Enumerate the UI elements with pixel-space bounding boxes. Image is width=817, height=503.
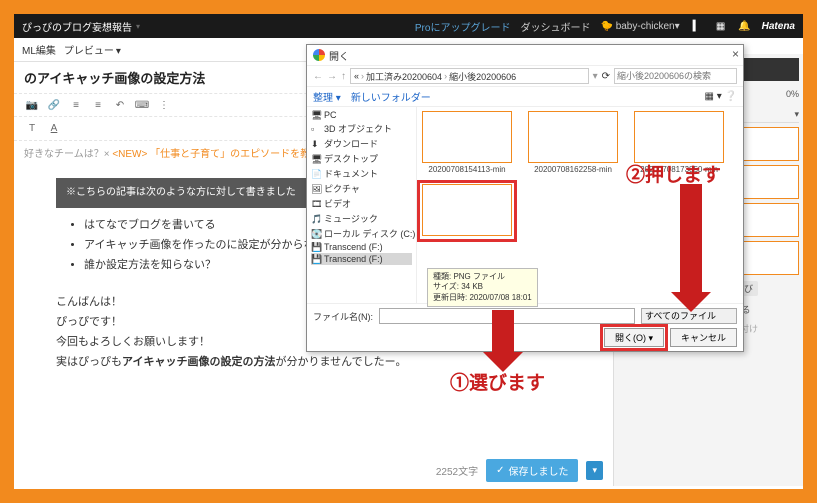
close-icon[interactable]: × xyxy=(732,47,739,61)
user-menu[interactable]: 🐤 baby-chicken▾ xyxy=(600,21,679,32)
file-item[interactable]: 20200708173850-min xyxy=(633,111,725,174)
thumb-item[interactable] xyxy=(741,241,799,275)
file-item[interactable]: 20200708162258-min xyxy=(527,111,619,174)
tool-photo-icon[interactable]: 📷 xyxy=(24,97,40,113)
tool-list2-icon[interactable]: ≡ xyxy=(90,97,106,113)
organize-menu[interactable]: 整理 ▾ xyxy=(313,89,341,104)
nav-fwd-icon[interactable]: → xyxy=(327,71,337,82)
tool-list1-icon[interactable]: ≡ xyxy=(68,97,84,113)
user-icon: 🐤 xyxy=(600,21,612,32)
tool-color-icon[interactable]: A xyxy=(46,121,62,137)
grid-icon[interactable]: ▦ xyxy=(714,19,728,33)
thumb-item[interactable] xyxy=(741,127,799,161)
tool-kbd-icon[interactable]: ⌨ xyxy=(134,97,150,113)
tag-new: <NEW> xyxy=(112,149,147,160)
thumb-item[interactable] xyxy=(741,165,799,199)
bookmark-icon[interactable]: ▍ xyxy=(690,19,704,33)
title-caret-icon: ▾ xyxy=(136,22,140,31)
thumb-item[interactable] xyxy=(741,203,799,237)
tag-text[interactable]: 「仕事と子育て」のエピソードを教えて xyxy=(150,149,330,160)
tab-ml-edit[interactable]: ML編集 xyxy=(22,42,56,57)
chrome-icon xyxy=(313,49,325,61)
refresh-icon[interactable]: ⟳ xyxy=(602,71,610,82)
annotation-arrow-2 xyxy=(680,184,702,294)
file-tooltip: 種類: PNG ファイル サイズ: 34 KB 更新日時: 2020/07/08… xyxy=(427,268,538,307)
tool-link-icon[interactable]: 🔗 xyxy=(46,97,62,113)
tool-text-icon[interactable]: T xyxy=(24,121,40,137)
nav-up-icon[interactable]: ↑ xyxy=(341,71,346,82)
hatena-logo[interactable]: Hatena xyxy=(762,21,795,32)
search-input[interactable] xyxy=(614,68,737,84)
tool-more-icon[interactable]: ⋮ xyxy=(156,97,172,113)
breadcrumb[interactable]: «› 加工済み20200604› 縮小後20200606 xyxy=(350,68,589,84)
cancel-button[interactable]: キャンセル xyxy=(670,328,737,347)
view-icon[interactable]: ▦ ▾ xyxy=(705,91,722,102)
blog-title[interactable]: ぴっぴのブログ妄想報告 xyxy=(22,19,132,34)
bell-icon[interactable]: 🔔 xyxy=(738,19,752,33)
save-menu[interactable]: ▾ xyxy=(586,461,603,480)
file-item-selected[interactable] xyxy=(421,184,513,238)
open-button[interactable]: 開く(O) ▾ xyxy=(604,328,664,347)
tab-preview[interactable]: プレビュー xyxy=(64,42,121,57)
dashboard-link[interactable]: ダッシュボード xyxy=(520,19,590,34)
nav-back-icon[interactable]: ← xyxy=(313,71,323,82)
dialog-title: 開く xyxy=(329,48,349,63)
filename-label: ファイル名(N): xyxy=(313,310,373,323)
tool-undo-icon[interactable]: ↶ xyxy=(112,97,128,113)
char-count: 2252文字 xyxy=(436,463,478,478)
annotation-arrow-1 xyxy=(492,310,514,354)
new-folder-button[interactable]: 新しいフォルダー xyxy=(351,89,431,104)
tag-question[interactable]: 好きなチームは？× xyxy=(24,149,110,160)
upgrade-link[interactable]: Proにアップグレード xyxy=(415,19,511,34)
folder-tree[interactable]: 🖥PC ▫3D オブジェクト ⬇ダウンロード 🖥デスクトップ 📄ドキュメント 🖼… xyxy=(307,107,417,303)
user-name: baby-chicken xyxy=(616,21,675,32)
save-button[interactable]: ✓ 保存しました xyxy=(486,459,578,482)
help-icon[interactable]: ❔ xyxy=(725,91,737,102)
file-item[interactable]: 20200708154113-min xyxy=(421,111,513,174)
